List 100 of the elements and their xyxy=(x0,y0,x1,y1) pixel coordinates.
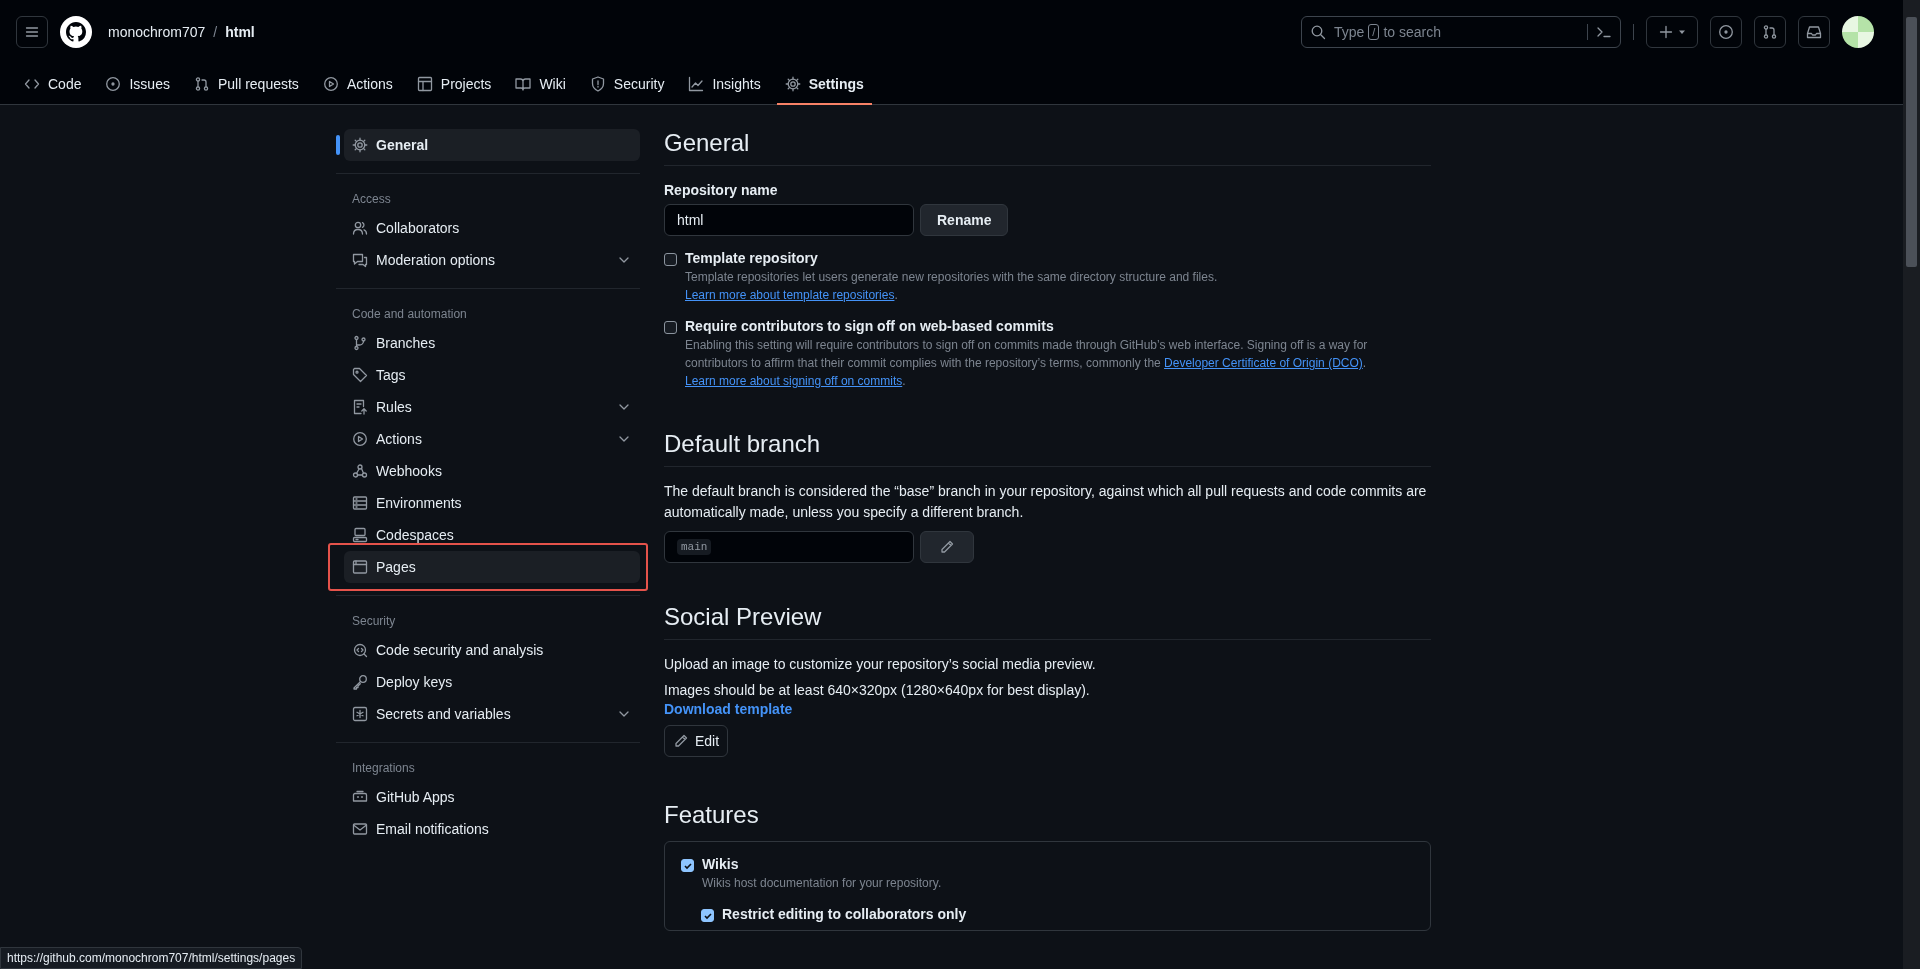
browser-icon xyxy=(352,559,368,575)
branch-icon xyxy=(352,335,368,351)
search-icon xyxy=(1310,24,1326,40)
graph-icon xyxy=(688,75,705,92)
create-new-button[interactable] xyxy=(1646,16,1698,48)
sidebar-item[interactable]: Branches xyxy=(344,327,640,359)
checkbox[interactable] xyxy=(664,253,677,266)
asterisk-icon xyxy=(352,706,368,722)
sidebar-item[interactable]: Webhooks xyxy=(344,455,640,487)
repo-tab[interactable]: Settings xyxy=(776,64,872,105)
section-heading: Integrations xyxy=(351,760,416,777)
section-title: Features xyxy=(664,801,760,829)
sidebar-item[interactable]: Actions xyxy=(344,423,640,455)
rules-icon xyxy=(352,399,368,415)
sidebar-item[interactable]: Collaborators xyxy=(344,212,640,244)
section-title: Default branch xyxy=(664,430,1431,467)
repo-tab[interactable]: Actions xyxy=(314,64,401,105)
comment-icon xyxy=(352,252,368,268)
sidebar-item[interactable]: Environments xyxy=(344,487,640,519)
field-label: Repository name xyxy=(664,182,779,198)
option-label: Wikis xyxy=(702,856,740,872)
webhook-icon xyxy=(352,463,368,479)
play-icon xyxy=(352,431,368,447)
server-icon xyxy=(352,495,368,511)
octocat-logo-icon[interactable] xyxy=(60,16,92,48)
repo-tab[interactable]: Pull requests xyxy=(185,64,307,105)
size-note: Images should be at least 640×320px (1280×640px for best display). xyxy=(664,681,1091,699)
sidebar-item[interactable]: Deploy keys xyxy=(344,666,640,698)
search-field[interactable]: Type / to search xyxy=(1301,16,1621,48)
gear-icon xyxy=(784,75,801,92)
menu-button[interactable] xyxy=(16,16,48,48)
people-icon xyxy=(352,220,368,236)
repo-tab[interactable]: Projects xyxy=(408,64,500,105)
menu-icon xyxy=(24,24,40,40)
section-title: General xyxy=(664,129,1431,166)
download-template-link[interactable]: Download template xyxy=(664,701,793,717)
tag-icon xyxy=(352,367,368,383)
pencil-icon xyxy=(939,539,955,555)
pull-request-icon xyxy=(1762,24,1778,40)
codespaces-icon xyxy=(352,527,368,543)
option-label: Restrict editing to collaborators only xyxy=(722,906,967,922)
sidebar-item[interactable]: GitHub Apps xyxy=(344,781,640,813)
owner-link[interactable]: monochrom707 xyxy=(108,24,206,40)
scrollbar[interactable] xyxy=(1903,0,1920,969)
status-url: https://github.com/monochrom707/html/settings/pages xyxy=(0,947,303,969)
inbox-button[interactable] xyxy=(1798,16,1830,48)
default-branch-field: main xyxy=(664,531,914,563)
mail-icon xyxy=(352,821,368,837)
option-label: Template repository xyxy=(685,250,819,266)
section-title: Social Preview xyxy=(664,603,1431,640)
shield-search-icon xyxy=(352,642,368,658)
repo-tab[interactable]: Issues xyxy=(97,64,178,105)
section-description: Upload an image to customize your repository’s social media preview. xyxy=(664,655,1097,674)
gear-icon xyxy=(352,137,368,153)
option-description: Enabling this setting will require contributors to sign off on commits made through GitHub’s web interface. Signing off is a way for contributors to affirm that their commit complies with the repository’s terms, commonly the Developer Certificate of Origin (DCO). Learn more about signing off on commits. xyxy=(685,337,1369,390)
table-icon xyxy=(416,75,433,92)
edit-branch-button[interactable] xyxy=(920,531,974,563)
sidebar-item[interactable]: Rules xyxy=(344,391,640,423)
section-heading: Code and automation xyxy=(351,306,468,323)
repo-tab[interactable]: Code xyxy=(16,64,90,105)
sidebar-item[interactable]: Codespaces xyxy=(344,519,640,551)
rename-button[interactable]: Rename xyxy=(920,204,1009,236)
option-description: Wikis host documentation for your repository. xyxy=(702,875,942,892)
sidebar-item[interactable]: Moderation options xyxy=(344,244,640,276)
pencil-icon xyxy=(673,733,689,749)
pull-request-icon xyxy=(193,75,210,92)
checkbox[interactable] xyxy=(664,321,677,334)
circle-dot-icon xyxy=(1718,24,1734,40)
avatar[interactable] xyxy=(1842,16,1874,48)
section-description: The default branch is considered the “base” branch in your repository, against which all pull requests and code commits are automatically made, unless you specify a different branch. xyxy=(664,482,1428,522)
path-separator: / xyxy=(213,24,218,40)
play-icon xyxy=(322,75,339,92)
shield-icon xyxy=(589,75,606,92)
pull-requests-button[interactable] xyxy=(1754,16,1786,48)
sidebar-item[interactable]: Code security and analysis xyxy=(344,634,640,666)
inbox-icon xyxy=(1806,24,1822,40)
sidebar-item[interactable]: Pages xyxy=(344,551,640,583)
checkbox[interactable] xyxy=(701,909,714,922)
issues-button[interactable] xyxy=(1710,16,1742,48)
repo-tab[interactable]: Insights xyxy=(680,64,769,105)
plus-icon xyxy=(1658,24,1674,40)
repo-tab[interactable]: Wiki xyxy=(507,64,574,105)
option-description: Template repositories let users generate new repositories with the same directory structure and files. Learn more about template repositories. xyxy=(685,269,1219,304)
edit-button[interactable]: Edit xyxy=(664,725,729,757)
sidebar-item[interactable]: Email notifications xyxy=(344,813,640,845)
option-label: Require contributors to sign off on web-based commits xyxy=(685,318,1055,334)
repo-tab[interactable]: Security xyxy=(581,64,673,105)
circle-dot-icon xyxy=(105,75,122,92)
book-icon xyxy=(515,75,532,92)
section-heading: Access xyxy=(351,191,392,208)
key-icon xyxy=(352,674,368,690)
repo-link[interactable]: html xyxy=(225,24,255,40)
apps-icon xyxy=(352,789,368,805)
checkbox[interactable] xyxy=(681,859,694,872)
sidebar-item[interactable]: Tags xyxy=(344,359,640,391)
sidebar-item[interactable]: Secrets and variables xyxy=(344,698,640,730)
section-heading: Security xyxy=(351,613,397,630)
help-link[interactable]: Developer Certificate of Origin (DCO) xyxy=(1164,356,1363,370)
caret-icon xyxy=(1678,28,1686,36)
repository-name-field[interactable]: html xyxy=(664,204,914,236)
